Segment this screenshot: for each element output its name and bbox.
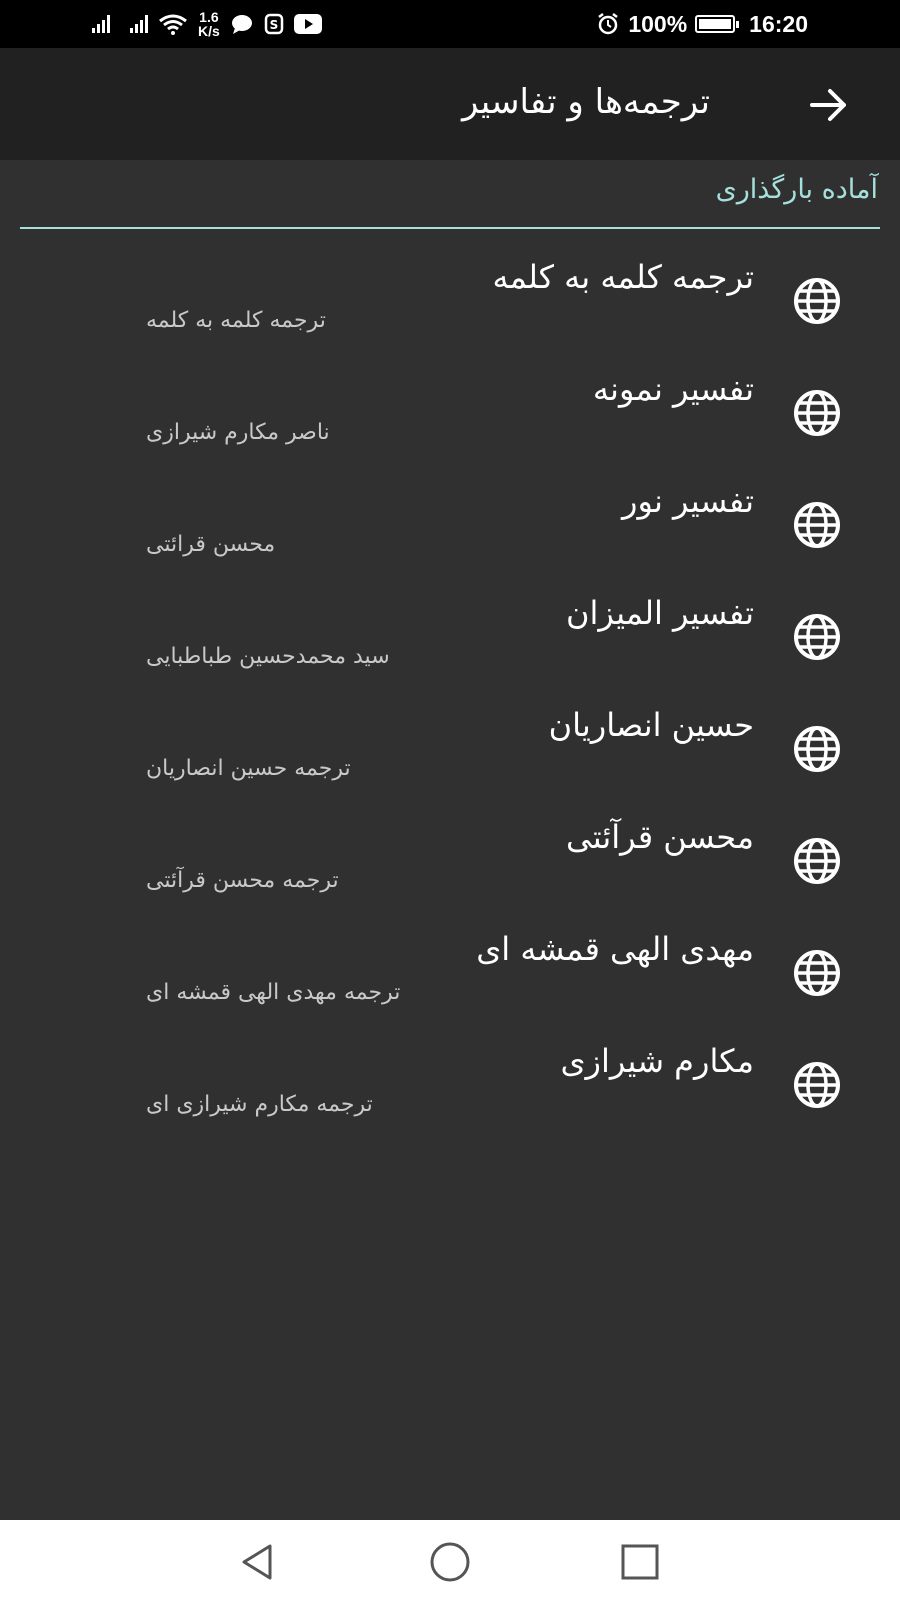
item-subtitle: ترجمه کلمه به کلمه (146, 308, 326, 333)
signal-icon (130, 15, 148, 33)
back-triangle-icon[interactable] (236, 1540, 280, 1584)
list-item[interactable]: محسن قرآئتی ترجمه محسن قرآئتی (0, 800, 900, 912)
status-bar: 1.6 K/s S 100% 16:20 (0, 0, 900, 48)
recents-square-icon[interactable] (618, 1540, 662, 1584)
globe-icon[interactable] (792, 276, 842, 326)
item-subtitle: ترجمه محسن قرآئتی (146, 868, 339, 893)
app-bar: ترجمه‌ها و تفاسیر (0, 48, 900, 160)
item-subtitle: ناصر مکارم شیرازی (146, 420, 330, 445)
signal-icon (92, 15, 110, 33)
battery-charging-icon (695, 15, 740, 33)
battery-level: 100% (628, 10, 688, 37)
alarm-icon (598, 13, 619, 35)
item-title: تفسیر المیزان (566, 594, 754, 632)
item-subtitle: ترجمه مکارم شیرازی ای (146, 1092, 373, 1117)
item-title: محسن قرآئتی (566, 818, 754, 856)
arrow-right-icon[interactable] (806, 82, 852, 128)
sim-icon: S (264, 13, 284, 35)
list-item[interactable]: تفسیر نور محسن قرائتی (0, 464, 900, 576)
globe-icon[interactable] (792, 724, 842, 774)
item-title: حسین انصاریان (548, 706, 754, 744)
item-title: مکارم شیرازی (560, 1042, 754, 1080)
section-header: آماده بارگذاری (715, 174, 878, 205)
item-title: تفسیر نور (621, 482, 754, 520)
youtube-icon (293, 14, 322, 34)
globe-icon[interactable] (792, 612, 842, 662)
status-left: 1.6 K/s S (92, 0, 322, 48)
item-title: مهدی الهی قمشه ای (476, 930, 754, 968)
globe-icon[interactable] (792, 948, 842, 998)
net-speed-value: 1.6 (199, 9, 219, 25)
page-title: ترجمه‌ها و تفاسیر (462, 82, 710, 122)
globe-icon[interactable] (792, 836, 842, 886)
item-title: ترجمه کلمه به کلمه (492, 258, 754, 296)
net-speed-unit: K/s (198, 23, 220, 39)
globe-icon[interactable] (792, 500, 842, 550)
translations-list: ترجمه کلمه به کلمه ترجمه کلمه به کلمه تفسی… (0, 240, 900, 1136)
item-subtitle: محسن قرائتی (146, 532, 276, 557)
list-item[interactable]: حسین انصاریان ترجمه حسین انصاریان (0, 688, 900, 800)
item-subtitle: ترجمه مهدی الهی قمشه ای (146, 980, 401, 1005)
list-item[interactable]: مهدی الهی قمشه ای ترجمه مهدی الهی قمشه ای (0, 912, 900, 1024)
wifi-icon (159, 14, 187, 35)
item-subtitle: سید محمدحسین طباطبایی (146, 644, 390, 669)
net-speed: 1.6 K/s (198, 10, 220, 38)
item-subtitle: ترجمه حسین انصاریان (146, 756, 351, 781)
home-circle-icon[interactable] (428, 1540, 472, 1584)
list-item[interactable]: تفسیر المیزان سید محمدحسین طباطبایی (0, 576, 900, 688)
clock: 16:20 (749, 10, 808, 37)
globe-icon[interactable] (792, 1060, 842, 1110)
item-title: تفسیر نمونه (592, 370, 754, 408)
chat-icon (231, 15, 252, 34)
nav-bar (0, 1520, 900, 1600)
list-item[interactable]: مکارم شیرازی ترجمه مکارم شیرازی ای (0, 1024, 900, 1136)
divider (20, 227, 880, 229)
status-right: 100% 16:20 (596, 0, 808, 48)
list-item[interactable]: تفسیر نمونه ناصر مکارم شیرازی (0, 352, 900, 464)
globe-icon[interactable] (792, 388, 842, 438)
svg-text:S: S (269, 18, 278, 32)
list-item[interactable]: ترجمه کلمه به کلمه ترجمه کلمه به کلمه (0, 240, 900, 352)
